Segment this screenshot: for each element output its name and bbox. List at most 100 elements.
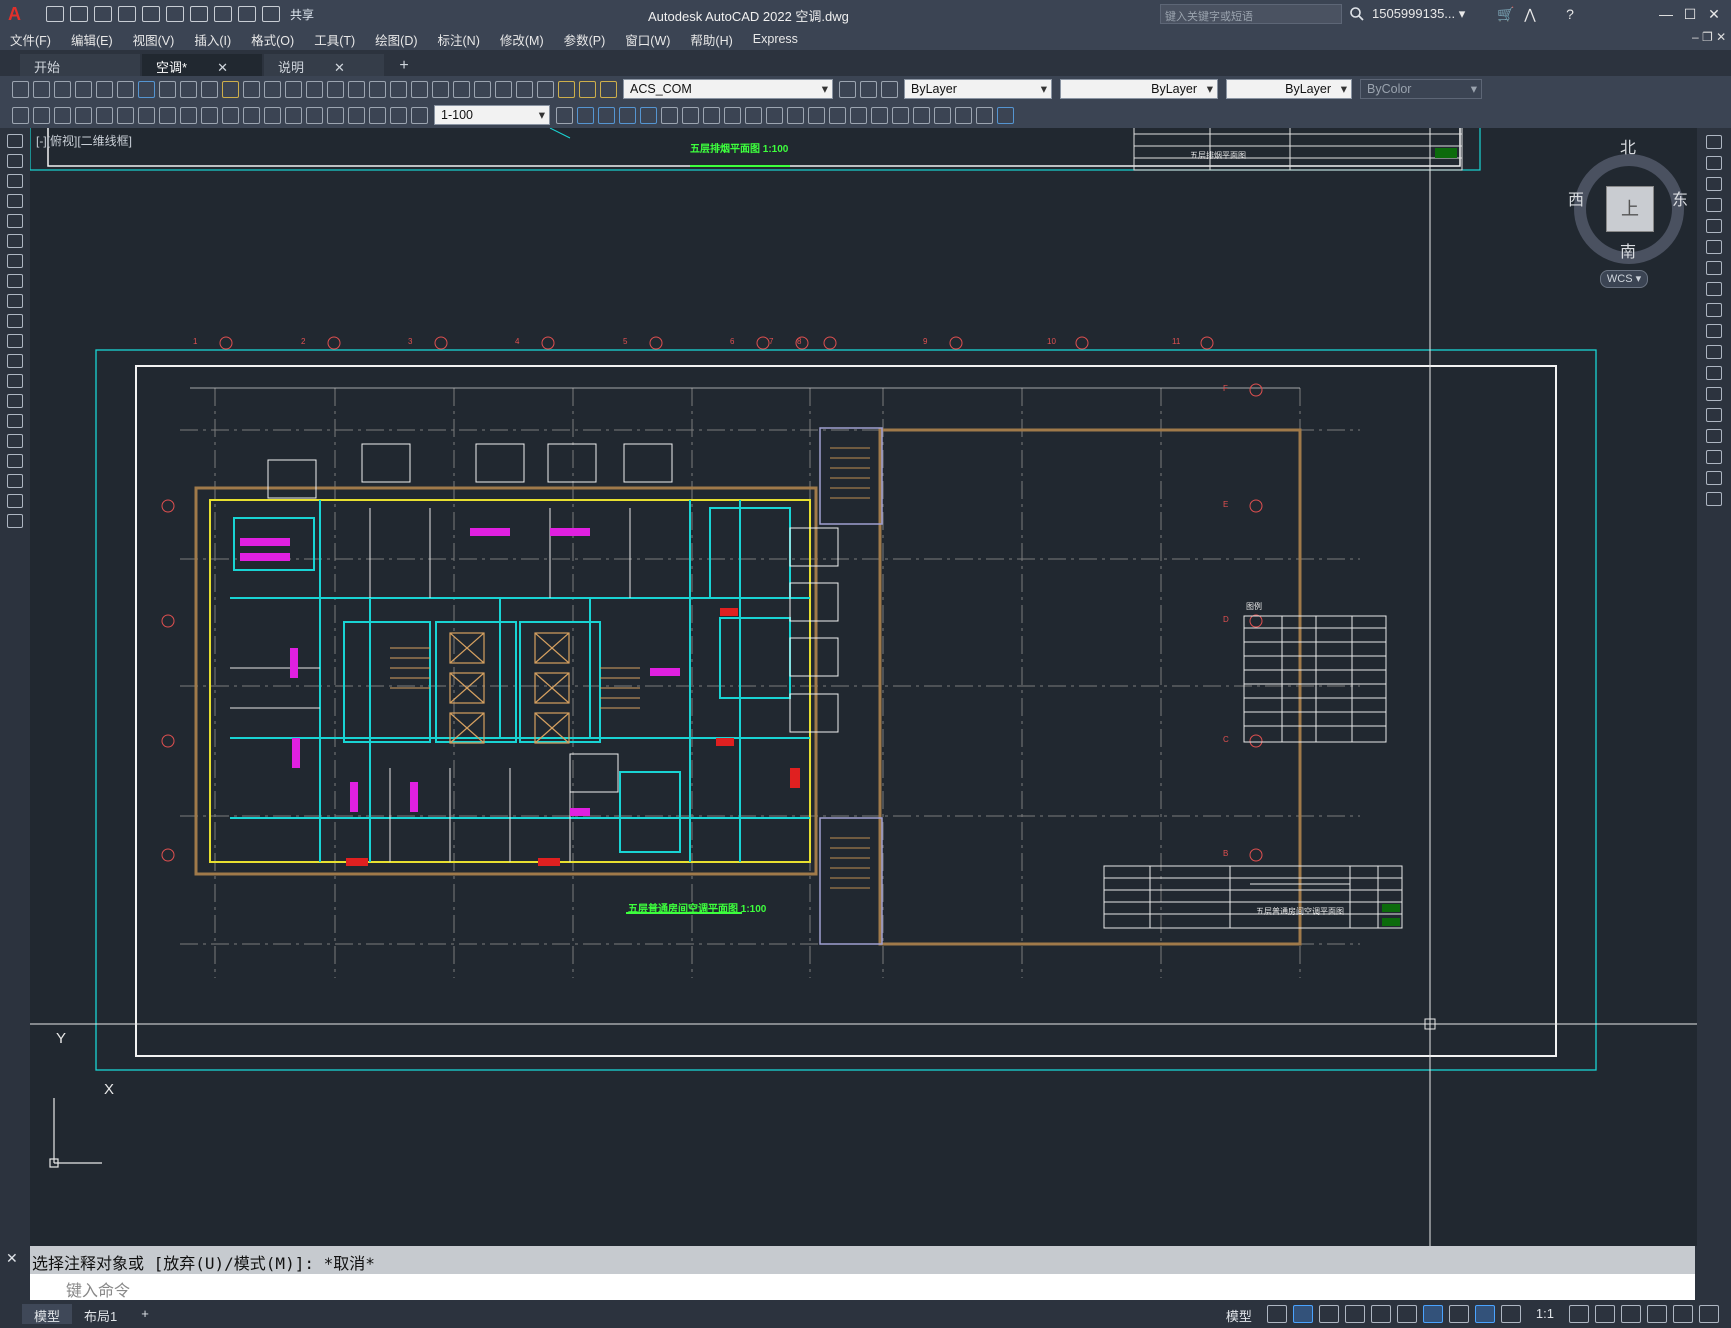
layer-properties-icon[interactable] [537, 80, 554, 98]
zoom-realtime-icon[interactable] [327, 80, 344, 98]
array-icon[interactable] [1706, 219, 1722, 233]
linetype-combo[interactable]: ByLayer [1060, 79, 1218, 99]
layer-previous-icon[interactable] [860, 80, 877, 98]
offset-icon[interactable] [619, 106, 636, 124]
search-input[interactable]: 键入关键字或短语 [1160, 4, 1342, 24]
array-icon[interactable] [640, 106, 657, 124]
stretch-icon[interactable] [1706, 303, 1722, 317]
snap-mode-icon[interactable] [1292, 1305, 1313, 1323]
chamfer-icon[interactable] [1706, 429, 1722, 443]
menu-file[interactable]: 文件(F) [0, 30, 61, 49]
layout-tab-layout1[interactable]: 布局1 [72, 1304, 129, 1324]
menu-view[interactable]: 视图(V) [123, 30, 185, 49]
polar-tracking-icon[interactable] [1344, 1305, 1365, 1323]
save-icon[interactable] [94, 6, 112, 22]
dim-linear-icon[interactable] [12, 106, 29, 124]
annotation-monitor-icon[interactable] [1595, 1305, 1615, 1323]
fillet-icon[interactable] [850, 106, 867, 124]
menu-express[interactable]: Express [743, 32, 808, 46]
auto-scale-icon[interactable] [1500, 1305, 1521, 1323]
minimize-icon[interactable]: — [1656, 4, 1676, 24]
ortho-mode-icon[interactable] [1318, 1305, 1339, 1323]
open-web-icon[interactable] [142, 6, 160, 22]
search-icon[interactable] [1349, 6, 1365, 22]
menu-format[interactable]: 格式(O) [241, 30, 304, 49]
extend-icon[interactable] [1706, 345, 1722, 359]
chamfer-icon[interactable] [829, 106, 846, 124]
layer-state-icon[interactable] [881, 80, 898, 98]
join-icon[interactable] [1706, 408, 1722, 422]
object-snap-tracking-icon[interactable] [1396, 1305, 1417, 1323]
close-icon[interactable]: ✕ [1704, 4, 1724, 24]
move-icon[interactable] [1706, 240, 1722, 254]
object-snap-icon[interactable] [1422, 1305, 1443, 1323]
dim-update-icon[interactable] [411, 106, 428, 124]
isodraft-icon[interactable] [1370, 1305, 1391, 1323]
jogged-linear-icon[interactable] [348, 106, 365, 124]
image-icon[interactable] [997, 106, 1014, 124]
extend-icon[interactable] [766, 106, 783, 124]
grid-display-icon[interactable] [1266, 1305, 1287, 1323]
revision-cloud-icon[interactable] [7, 274, 23, 288]
stretch-icon[interactable] [724, 106, 741, 124]
attribute-icon[interactable] [955, 106, 972, 124]
menu-window[interactable]: 窗口(W) [615, 30, 680, 49]
pan-icon[interactable] [306, 80, 323, 98]
customize-qat-icon[interactable] [262, 6, 280, 22]
doc-window-controls[interactable]: – ❐ ✕ [1692, 30, 1726, 44]
tab-shuoming[interactable]: 说明 ✕ [264, 54, 384, 76]
polygon-icon[interactable] [7, 194, 23, 208]
plot-icon[interactable] [75, 80, 92, 98]
menu-dimension[interactable]: 标注(N) [428, 30, 490, 49]
autocad-logo-icon[interactable]: A [8, 4, 30, 24]
redo-icon[interactable] [238, 6, 256, 22]
rotate-icon[interactable] [682, 106, 699, 124]
dim-arc-icon[interactable] [54, 106, 71, 124]
tab-start[interactable]: 开始 [20, 54, 140, 76]
explode-icon[interactable] [871, 106, 888, 124]
layer-on-icon[interactable] [558, 80, 575, 98]
add-selected-icon[interactable] [7, 514, 23, 528]
ellipse-arc-icon[interactable] [7, 334, 23, 348]
scale-icon[interactable] [1706, 282, 1722, 296]
properties-icon[interactable] [390, 80, 407, 98]
move-icon[interactable] [661, 106, 678, 124]
gradient-icon[interactable] [7, 434, 23, 448]
break-icon[interactable] [787, 106, 804, 124]
insert-block-icon[interactable] [913, 106, 930, 124]
circle-icon[interactable] [7, 254, 23, 268]
color-combo[interactable]: ByLayer [904, 79, 1052, 99]
viewcube[interactable]: 上 北 南 东 西 WCS ▾ [1550, 134, 1690, 294]
make-block-icon[interactable] [934, 106, 951, 124]
dim-style-combo[interactable]: 1-100 [434, 105, 550, 125]
trim-icon[interactable] [1706, 324, 1722, 338]
autodesk-app-icon[interactable]: ⋀ [1520, 4, 1540, 24]
sheet-set-icon[interactable] [453, 80, 470, 98]
offset-icon[interactable] [1706, 198, 1722, 212]
publish-icon[interactable] [117, 80, 134, 98]
command-close-icon[interactable]: ✕ [6, 1250, 18, 1267]
fillet-icon[interactable] [1706, 450, 1722, 464]
join-icon[interactable] [808, 106, 825, 124]
tab-close-icon[interactable]: ✕ [217, 60, 228, 75]
menu-draw[interactable]: 绘图(D) [365, 30, 427, 49]
inspection-icon[interactable] [327, 106, 344, 124]
break-at-point-icon[interactable] [1706, 366, 1722, 380]
model-space-canvas[interactable]: [-][俯视][二维线框] 五层排烟平面图 1:100 五层排烟平面图 五层普通… [30, 128, 1697, 1246]
menu-tools[interactable]: 工具(T) [304, 30, 365, 49]
tool-palettes-icon[interactable] [432, 80, 449, 98]
compass-west[interactable]: 西 [1568, 186, 1584, 210]
tab-close-icon[interactable]: ✕ [334, 60, 345, 75]
wcs-menu[interactable]: WCS ▾ [1600, 270, 1648, 288]
3d-print-icon[interactable] [138, 80, 155, 98]
block-editor-icon[interactable] [243, 80, 260, 98]
line-icon[interactable] [7, 134, 23, 148]
dim-baseline-icon[interactable] [201, 106, 218, 124]
share-button[interactable]: 共享 [290, 6, 314, 23]
blend-curves-icon[interactable] [1706, 471, 1722, 485]
preview-icon[interactable] [96, 80, 113, 98]
dim-aligned-icon[interactable] [33, 106, 50, 124]
center-mark-icon[interactable] [306, 106, 323, 124]
command-input[interactable]: 键入命令 [30, 1274, 1695, 1300]
undo-icon[interactable] [264, 80, 281, 98]
